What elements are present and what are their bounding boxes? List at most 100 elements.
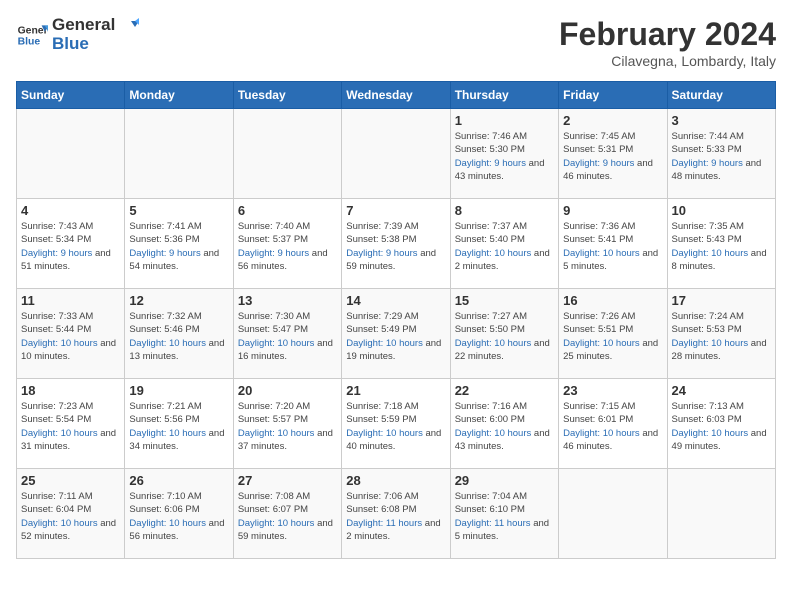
daylight-hours-link[interactable]: Daylight: 9 hours: [672, 158, 743, 169]
day-number: 1: [455, 113, 554, 128]
day-info: Sunrise: 7:26 AMSunset: 5:51 PMDaylight:…: [563, 310, 662, 363]
day-info: Sunrise: 7:36 AMSunset: 5:41 PMDaylight:…: [563, 220, 662, 273]
day-info-line: Sunrise: 7:24 AM: [672, 311, 744, 322]
daylight-hours-link[interactable]: Daylight: 10 hours: [238, 338, 315, 349]
day-number: 22: [455, 383, 554, 398]
day-info-line: Sunrise: 7:37 AM: [455, 221, 527, 232]
col-wednesday: Wednesday: [342, 82, 450, 109]
col-friday: Friday: [559, 82, 667, 109]
day-info: Sunrise: 7:37 AMSunset: 5:40 PMDaylight:…: [455, 220, 554, 273]
day-info-line: Sunset: 5:57 PM: [238, 414, 308, 425]
day-info: Sunrise: 7:23 AMSunset: 5:54 PMDaylight:…: [21, 400, 120, 453]
daylight-hours-link[interactable]: Daylight: 10 hours: [672, 428, 749, 439]
day-number: 8: [455, 203, 554, 218]
day-number: 4: [21, 203, 120, 218]
daylight-hours-link[interactable]: Daylight: 11 hours: [455, 518, 531, 529]
svg-text:Blue: Blue: [18, 36, 41, 47]
day-info: Sunrise: 7:06 AM Sunset: 6:08 PM Daylight:…: [346, 490, 445, 543]
daylight-hours-link[interactable]: Daylight: 10 hours: [563, 338, 640, 349]
calendar-cell: 16Sunrise: 7:26 AMSunset: 5:51 PMDayligh…: [559, 289, 667, 379]
daylight-hours-link[interactable]: Daylight: 10 hours: [129, 428, 206, 439]
day-info: Sunrise: 7:32 AMSunset: 5:46 PMDaylight:…: [129, 310, 228, 363]
calendar-cell: [233, 109, 341, 199]
calendar-week-5: 25Sunrise: 7:11 AMSunset: 6:04 PMDayligh…: [17, 469, 776, 559]
day-number: 23: [563, 383, 662, 398]
daylight-hours-link[interactable]: Daylight: 10 hours: [129, 338, 206, 349]
day-info-line: Sunrise: 7:04 AM: [455, 491, 527, 502]
day-info-line: Sunrise: 7:08 AM: [238, 491, 310, 502]
daylight-hours-link[interactable]: Daylight: 10 hours: [455, 428, 532, 439]
day-info-line: Sunset: 6:08 PM: [346, 504, 416, 515]
calendar-cell: 3Sunrise: 7:44 AMSunset: 5:33 PMDaylight…: [667, 109, 775, 199]
day-info-line: Sunset: 5:37 PM: [238, 234, 308, 245]
calendar-cell: 2Sunrise: 7:45 AMSunset: 5:31 PMDaylight…: [559, 109, 667, 199]
daylight-hours-link[interactable]: Daylight: 10 hours: [238, 518, 315, 529]
col-sunday: Sunday: [17, 82, 125, 109]
daylight-hours-link[interactable]: Daylight: 9 hours: [21, 248, 92, 259]
day-info: Sunrise: 7:15 AMSunset: 6:01 PMDaylight:…: [563, 400, 662, 453]
daylight-hours-link[interactable]: Daylight: 10 hours: [672, 338, 749, 349]
calendar-cell: 19 Sunrise: 7:21 AMSunset: 5:56 PMDayligh…: [125, 379, 233, 469]
calendar-cell: 24Sunrise: 7:13 AMSunset: 6:03 PMDayligh…: [667, 379, 775, 469]
calendar-cell: 14Sunrise: 7:29 AMSunset: 5:49 PMDayligh…: [342, 289, 450, 379]
day-info: Sunrise: 7:44 AM Sunset: 5:33 PM Daylight:…: [672, 130, 771, 183]
daylight-hours-link[interactable]: Daylight: 9 hours: [346, 248, 417, 259]
day-info: Sunrise: 7:04 AM Sunset: 6:10 PM Daylight:…: [455, 490, 554, 543]
day-info-line: Sunrise: 7:44 AM: [672, 131, 744, 142]
calendar-cell: [342, 109, 450, 199]
daylight-hours-link[interactable]: Daylight: 10 hours: [455, 248, 532, 259]
calendar-cell: 29Sunrise: 7:04 AMSunset: 6:10 PMDayligh…: [450, 469, 558, 559]
daylight-hours-link[interactable]: Daylight: 9 hours: [455, 158, 526, 169]
calendar-cell: 28 Sunrise: 7:06 AM Sunset: 6:08 PM Dayligh…: [342, 469, 450, 559]
calendar-cell: [559, 469, 667, 559]
daylight-hours-link[interactable]: Daylight: 10 hours: [346, 338, 423, 349]
daylight-hours-link[interactable]: Daylight: 10 hours: [563, 428, 640, 439]
day-info: Sunrise: 7:11 AMSunset: 6:04 PMDaylight:…: [21, 490, 120, 543]
day-number: 10: [672, 203, 771, 218]
calendar-cell: 26Sunrise: 7:10 AMSunset: 6:06 PMDayligh…: [125, 469, 233, 559]
col-tuesday: Tuesday: [233, 82, 341, 109]
daylight-hours-link[interactable]: Daylight: 10 hours: [455, 338, 532, 349]
calendar-cell: [125, 109, 233, 199]
daylight-hours-link[interactable]: Daylight: 10 hours: [21, 338, 98, 349]
day-info: Sunrise: 7:41 AMSunset: 5:36 PMDaylight:…: [129, 220, 228, 273]
day-info: Sunrise: 7:33 AMSunset: 5:44 PMDaylight:…: [21, 310, 120, 363]
daylight-hours-link[interactable]: Daylight: 10 hours: [21, 518, 98, 529]
day-info-line: Sunrise: 7:06 AM: [346, 491, 418, 502]
calendar-cell: 12Sunrise: 7:32 AMSunset: 5:46 PMDayligh…: [125, 289, 233, 379]
day-info-line: Sunrise: 7:40 AM: [238, 221, 310, 232]
day-number: 14: [346, 293, 445, 308]
calendar-cell: 6Sunrise: 7:40 AMSunset: 5:37 PMDaylight…: [233, 199, 341, 289]
daylight-hours-link[interactable]: Daylight: 10 hours: [563, 248, 640, 259]
day-info: Sunrise: 7:20 AMSunset: 5:57 PMDaylight:…: [238, 400, 337, 453]
day-number: 28: [346, 473, 445, 488]
daylight-hours-link[interactable]: Daylight: 10 hours: [346, 428, 423, 439]
day-info-line: Sunset: 5:33 PM: [672, 144, 742, 155]
calendar-cell: [17, 109, 125, 199]
calendar-cell: 27Sunrise: 7:08 AMSunset: 6:07 PMDayligh…: [233, 469, 341, 559]
daylight-hours-link[interactable]: Daylight: 9 hours: [129, 248, 200, 259]
day-info-line: Sunset: 6:10 PM: [455, 504, 525, 515]
day-info-line: Sunset: 6:01 PM: [563, 414, 633, 425]
day-info: Sunrise: 7:08 AMSunset: 6:07 PMDaylight:…: [238, 490, 337, 543]
day-info: Sunrise: 7:30 AMSunset: 5:47 PMDaylight:…: [238, 310, 337, 363]
daylight-hours-link[interactable]: Daylight: 9 hours: [238, 248, 309, 259]
day-info-line: Sunrise: 7:45 AM: [563, 131, 635, 142]
daylight-hours-link[interactable]: Daylight: 10 hours: [672, 248, 749, 259]
day-info-line: Sunset: 6:06 PM: [129, 504, 199, 515]
daylight-hours-link[interactable]: Daylight: 10 hours: [129, 518, 206, 529]
day-info-line: Sunset: 5:49 PM: [346, 324, 416, 335]
day-info: Sunrise: 7:46 AMSunset: 5:30 PMDaylight:…: [455, 130, 554, 183]
calendar-cell: 11Sunrise: 7:33 AMSunset: 5:44 PMDayligh…: [17, 289, 125, 379]
daylight-hours-link[interactable]: Daylight: 9 hours: [563, 158, 634, 169]
daylight-hours-link[interactable]: Daylight: 10 hours: [21, 428, 98, 439]
daylight-hours-link[interactable]: Daylight: 11 hours: [346, 518, 422, 529]
daylight-hours-link[interactable]: Daylight: 10 hours: [238, 428, 315, 439]
logo-icon: General Blue: [16, 19, 48, 51]
calendar-cell: 15Sunrise: 7:27 AMSunset: 5:50 PMDayligh…: [450, 289, 558, 379]
day-info: Sunrise: 7:21 AMSunset: 5:56 PMDaylight:…: [129, 400, 228, 453]
day-number: 7: [346, 203, 445, 218]
calendar-table: Sunday Monday Tuesday Wednesday Thursday…: [16, 81, 776, 559]
day-info-line: Sunset: 6:00 PM: [455, 414, 525, 425]
day-number: 19: [129, 383, 228, 398]
